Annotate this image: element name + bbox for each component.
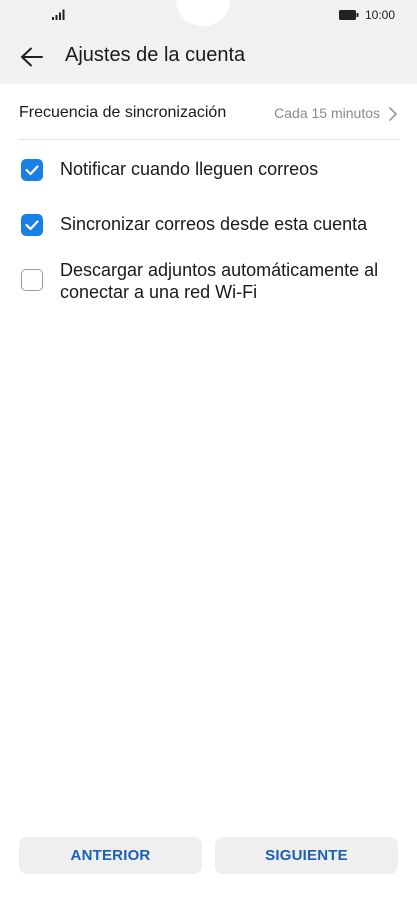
status-time: 10:00 <box>364 8 395 22</box>
chevron-right-icon <box>389 107 397 121</box>
checkmark-icon <box>25 220 39 231</box>
checkmark-icon <box>25 165 39 176</box>
option-sync-account-mail[interactable]: Sincronizar correos desde esta cuenta <box>21 213 401 237</box>
battery-icon <box>338 10 359 20</box>
back-button[interactable] <box>14 42 50 72</box>
camera-notch <box>176 0 230 26</box>
sync-frequency-label: Frecuencia de sincronización <box>19 104 227 121</box>
option-notify-new-mail[interactable]: Notificar cuando lleguen correos <box>21 158 401 182</box>
download-attachments-label: Descargar adjuntos automáticamente al co… <box>60 260 379 302</box>
notify-new-mail-checkbox[interactable] <box>21 159 43 181</box>
next-button[interactable]: SIGUIENTE <box>215 837 398 874</box>
previous-button[interactable]: ANTERIOR <box>19 837 202 874</box>
status-bar: 10:00 <box>0 0 417 30</box>
download-attachments-checkbox[interactable] <box>21 269 43 291</box>
option-download-attachments-wifi[interactable]: Descargar adjuntos automáticamente al co… <box>21 259 401 305</box>
sync-account-mail-checkbox[interactable] <box>21 214 43 236</box>
notify-new-mail-label: Notificar cuando lleguen correos <box>60 159 319 179</box>
sync-frequency-value: Cada 15 minutos <box>274 105 380 121</box>
arrow-left-icon <box>21 47 43 67</box>
sync-account-mail-label: Sincronizar correos desde esta cuenta <box>60 214 368 234</box>
status-right: 10:00 <box>338 7 395 23</box>
page-title: Ajustes de la cuenta <box>65 44 246 66</box>
signal-icon <box>52 9 65 20</box>
sync-frequency-row[interactable]: Frecuencia de sincronización Cada 15 min… <box>19 92 400 140</box>
app-bar: Ajustes de la cuenta <box>0 30 417 84</box>
